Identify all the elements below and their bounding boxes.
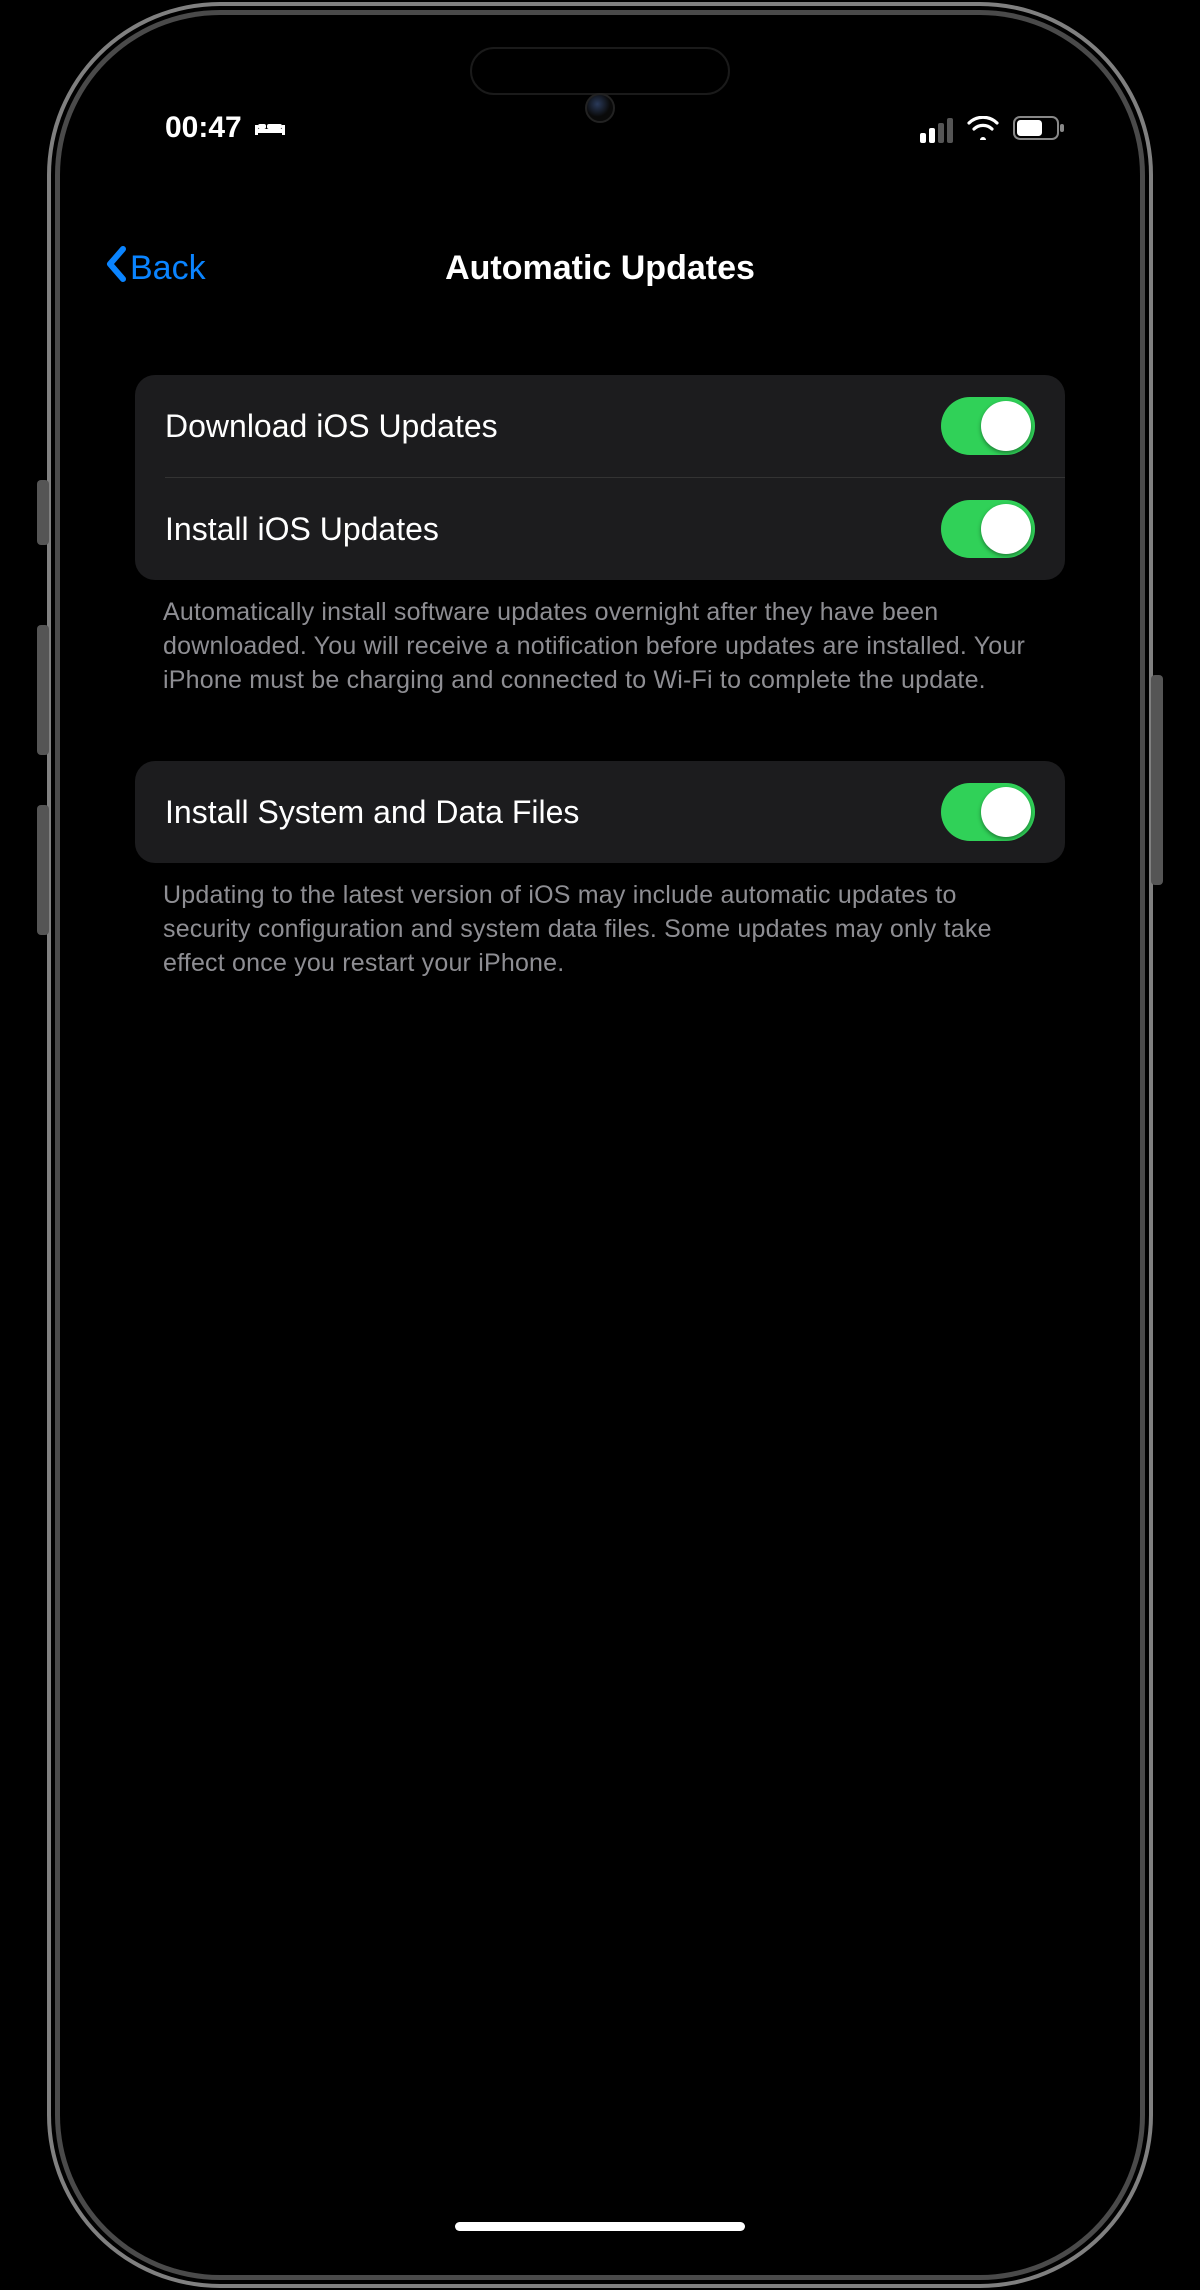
status-left: 00:47 bbox=[165, 111, 286, 145]
front-camera bbox=[585, 93, 615, 123]
nav-bar: Back Automatic Updates bbox=[80, 223, 1120, 313]
toggle-download-ios-updates[interactable] bbox=[941, 397, 1035, 455]
screen: 00:47 bbox=[80, 35, 1120, 2255]
group-footer: Automatically install software updates o… bbox=[135, 580, 1065, 697]
volume-down-button[interactable] bbox=[37, 805, 49, 935]
back-button[interactable]: Back bbox=[104, 245, 206, 292]
dynamic-island bbox=[470, 47, 730, 95]
volume-up-button[interactable] bbox=[37, 625, 49, 755]
content: Download iOS Updates Install iOS Updates… bbox=[135, 375, 1065, 981]
status-time: 00:47 bbox=[165, 111, 242, 145]
silence-switch[interactable] bbox=[37, 480, 49, 545]
back-label: Back bbox=[130, 249, 206, 288]
settings-group-system-data: Install System and Data Files bbox=[135, 761, 1065, 863]
toggle-install-system-data-files[interactable] bbox=[941, 783, 1035, 841]
wifi-icon bbox=[967, 116, 999, 145]
chevron-left-icon bbox=[104, 245, 128, 292]
settings-group-ios-updates: Download iOS Updates Install iOS Updates bbox=[135, 375, 1065, 580]
bed-icon bbox=[254, 111, 286, 145]
row-label: Install System and Data Files bbox=[165, 794, 579, 831]
phone-frame: 00:47 bbox=[60, 15, 1140, 2275]
row-download-ios-updates[interactable]: Download iOS Updates bbox=[135, 375, 1065, 477]
power-button[interactable] bbox=[1151, 675, 1163, 885]
cellular-icon bbox=[920, 118, 953, 143]
home-indicator[interactable] bbox=[455, 2222, 745, 2231]
row-install-system-data-files[interactable]: Install System and Data Files bbox=[135, 761, 1065, 863]
battery-icon bbox=[1013, 116, 1065, 145]
row-label: Install iOS Updates bbox=[165, 511, 439, 548]
group-footer: Updating to the latest version of iOS ma… bbox=[135, 863, 1065, 980]
page-title: Automatic Updates bbox=[100, 249, 1100, 288]
status-right bbox=[920, 116, 1065, 145]
row-label: Download iOS Updates bbox=[165, 408, 498, 445]
toggle-install-ios-updates[interactable] bbox=[941, 500, 1035, 558]
row-install-ios-updates[interactable]: Install iOS Updates bbox=[135, 478, 1065, 580]
